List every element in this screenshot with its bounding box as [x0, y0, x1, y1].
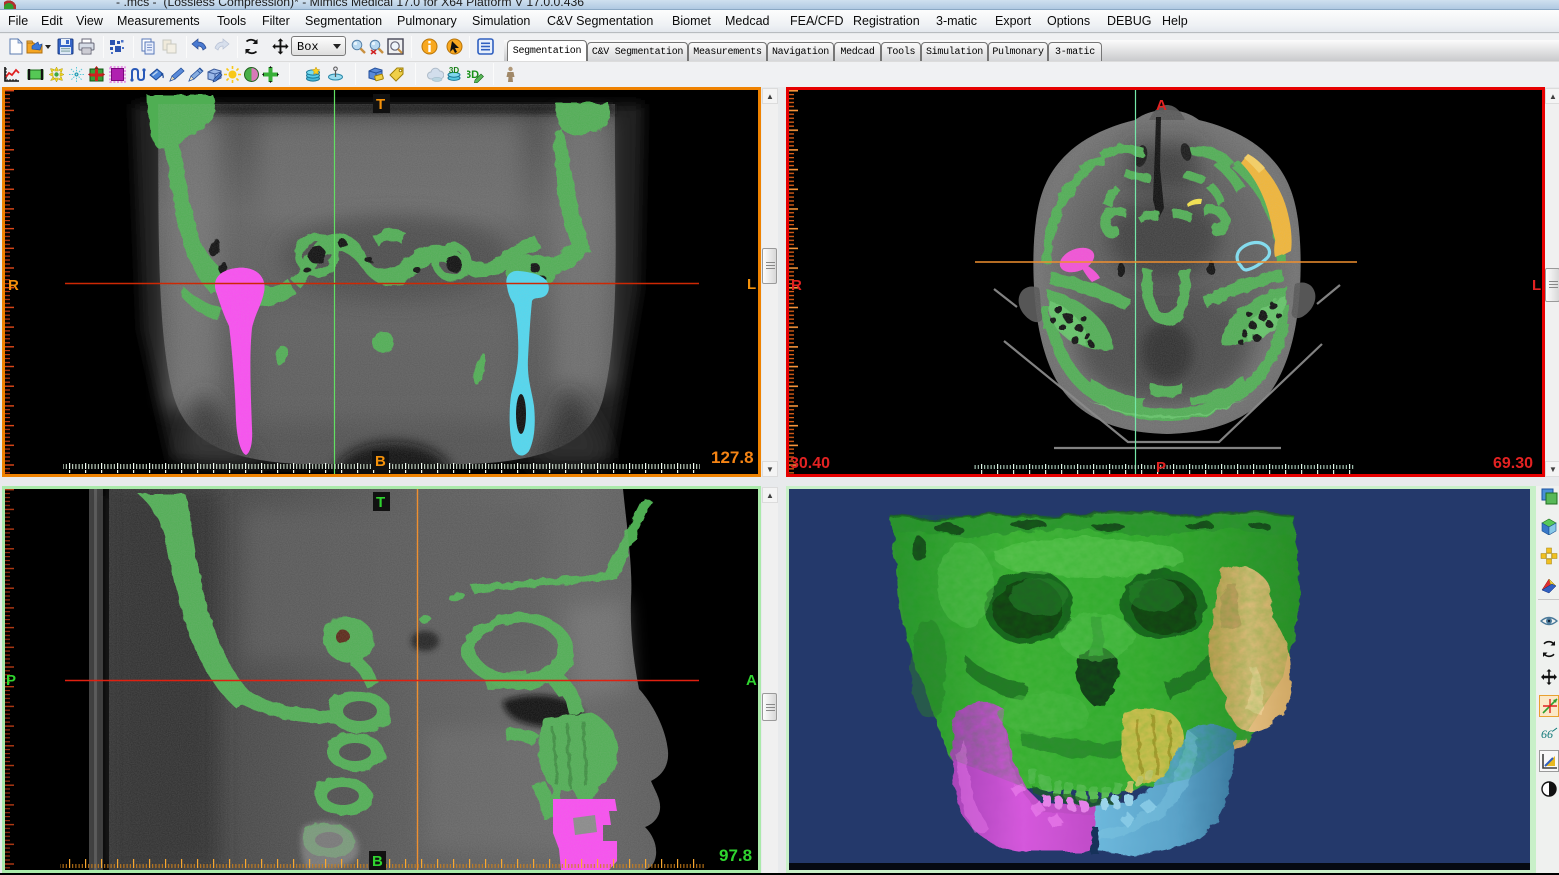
svg-text:A: A: [1156, 97, 1167, 114]
svg-text:R: R: [8, 277, 19, 294]
svg-text:30.40: 30.40: [790, 455, 830, 472]
svg-text:P: P: [6, 672, 16, 689]
svg-text:T: T: [376, 494, 385, 511]
svg-text:66: 66: [1541, 727, 1553, 741]
svg-text:97.8: 97.8: [719, 846, 752, 865]
svg-text:A: A: [746, 672, 757, 689]
svg-text:69.30: 69.30: [1493, 455, 1533, 472]
svg-text:B: B: [372, 853, 383, 870]
svg-text:P: P: [1156, 459, 1166, 474]
svg-text:127.8: 127.8: [711, 448, 754, 467]
svg-text:L: L: [747, 276, 756, 293]
svg-text:R: R: [791, 277, 802, 294]
svg-text:L: L: [1532, 277, 1541, 294]
svg-text:T: T: [376, 96, 385, 113]
svg-text:3D: 3D: [449, 66, 459, 75]
svg-text:B: B: [375, 453, 386, 470]
